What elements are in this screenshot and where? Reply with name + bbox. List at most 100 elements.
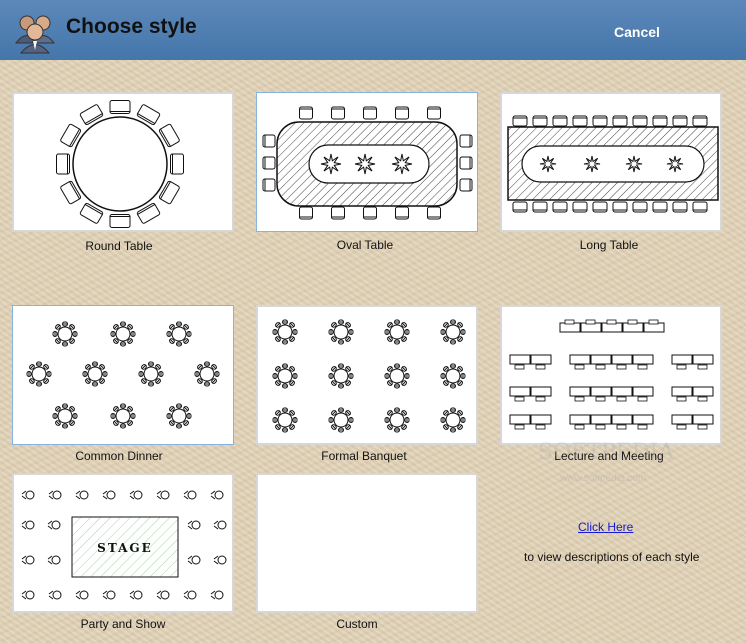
desk xyxy=(530,386,552,397)
chair xyxy=(194,371,200,377)
chair xyxy=(166,331,172,337)
chair xyxy=(672,115,688,127)
chair xyxy=(427,106,441,120)
standing-spot xyxy=(156,590,170,600)
chair xyxy=(138,371,144,377)
style-card-lecture-meeting[interactable] xyxy=(500,305,722,445)
chair xyxy=(328,417,334,423)
chair xyxy=(606,319,617,325)
standing-spot xyxy=(129,590,143,600)
stage-label: STAGE xyxy=(97,541,153,555)
style-card-common-dinner[interactable] xyxy=(12,305,234,445)
desk xyxy=(632,386,654,397)
chair xyxy=(652,201,668,213)
standing-spot xyxy=(48,490,62,500)
desk xyxy=(590,414,612,425)
window-title: Choose style xyxy=(66,15,197,38)
chair xyxy=(130,331,136,337)
chair xyxy=(450,427,456,433)
chair xyxy=(395,106,409,120)
style-label-formal-banquet[interactable]: Formal Banquet xyxy=(253,449,475,463)
chair xyxy=(612,115,628,127)
small-round-table xyxy=(31,366,47,382)
click-here-link[interactable]: Click Here xyxy=(578,520,633,534)
centerpiece-icon xyxy=(354,153,376,175)
chair xyxy=(292,373,298,379)
style-card-round-table[interactable] xyxy=(12,92,234,232)
chair xyxy=(62,321,68,327)
small-round-table xyxy=(87,366,103,382)
desk xyxy=(569,354,591,365)
desk xyxy=(671,354,693,365)
chair xyxy=(512,201,528,213)
chair xyxy=(637,424,648,430)
desk xyxy=(692,414,714,425)
desk xyxy=(530,414,552,425)
chair xyxy=(616,396,627,402)
chair xyxy=(459,156,473,170)
chair xyxy=(262,178,276,192)
style-card-formal-banquet[interactable] xyxy=(256,305,478,445)
chair xyxy=(532,115,548,127)
style-label-party-show[interactable]: Party and Show xyxy=(12,617,234,631)
cancel-button[interactable]: Cancel xyxy=(614,24,660,40)
small-round-table xyxy=(389,412,405,428)
chair xyxy=(394,339,400,345)
standing-spot xyxy=(213,520,227,530)
oval-table-preview xyxy=(262,106,473,220)
chair xyxy=(214,371,220,377)
style-description-text: to view descriptions of each style xyxy=(524,550,700,564)
small-round-table xyxy=(333,324,349,340)
chair xyxy=(616,364,627,370)
style-label-common-dinner[interactable]: Common Dinner xyxy=(8,449,230,463)
formal-banquet-preview xyxy=(272,319,466,433)
chair xyxy=(592,115,608,127)
chair xyxy=(62,403,68,409)
style-label-long-table[interactable]: Long Table xyxy=(498,238,720,252)
chair xyxy=(170,153,184,175)
small-round-table xyxy=(389,324,405,340)
standing-spot xyxy=(102,590,116,600)
chair xyxy=(637,396,648,402)
chair xyxy=(338,339,344,345)
chair xyxy=(672,201,688,213)
chair xyxy=(574,364,585,370)
desk xyxy=(569,386,591,397)
standing-spot xyxy=(210,590,224,600)
chair xyxy=(592,201,608,213)
chair xyxy=(282,363,288,369)
style-label-custom[interactable]: Custom xyxy=(246,617,468,631)
style-card-party-show[interactable]: STAGE xyxy=(12,473,234,613)
chair xyxy=(282,427,288,433)
small-round-table xyxy=(199,366,215,382)
chair xyxy=(450,383,456,389)
chair xyxy=(186,413,192,419)
chair xyxy=(262,134,276,148)
chair xyxy=(331,106,345,120)
chair xyxy=(110,331,116,337)
chair xyxy=(564,319,575,325)
style-card-custom[interactable] xyxy=(256,473,478,613)
chair xyxy=(427,206,441,220)
chair xyxy=(282,319,288,325)
centerpiece-icon xyxy=(539,155,557,173)
style-card-oval-table[interactable] xyxy=(256,92,478,232)
small-round-table xyxy=(333,412,349,428)
chair xyxy=(637,364,648,370)
chair xyxy=(595,364,606,370)
common-dinner-preview xyxy=(26,321,220,429)
chair xyxy=(82,371,88,377)
watermark-url: www.softpedia.com xyxy=(560,473,647,484)
small-round-table xyxy=(115,408,131,424)
chair xyxy=(450,319,456,325)
chair xyxy=(120,423,126,429)
style-card-long-table[interactable] xyxy=(500,92,722,232)
style-label-round-table[interactable]: Round Table xyxy=(8,239,230,253)
long-table-preview xyxy=(507,115,719,213)
chair xyxy=(72,331,78,337)
desk xyxy=(671,414,693,425)
title-bar: Choose style Cancel xyxy=(0,0,746,60)
chair xyxy=(62,423,68,429)
chair xyxy=(595,424,606,430)
style-label-oval-table[interactable]: Oval Table xyxy=(254,238,476,252)
